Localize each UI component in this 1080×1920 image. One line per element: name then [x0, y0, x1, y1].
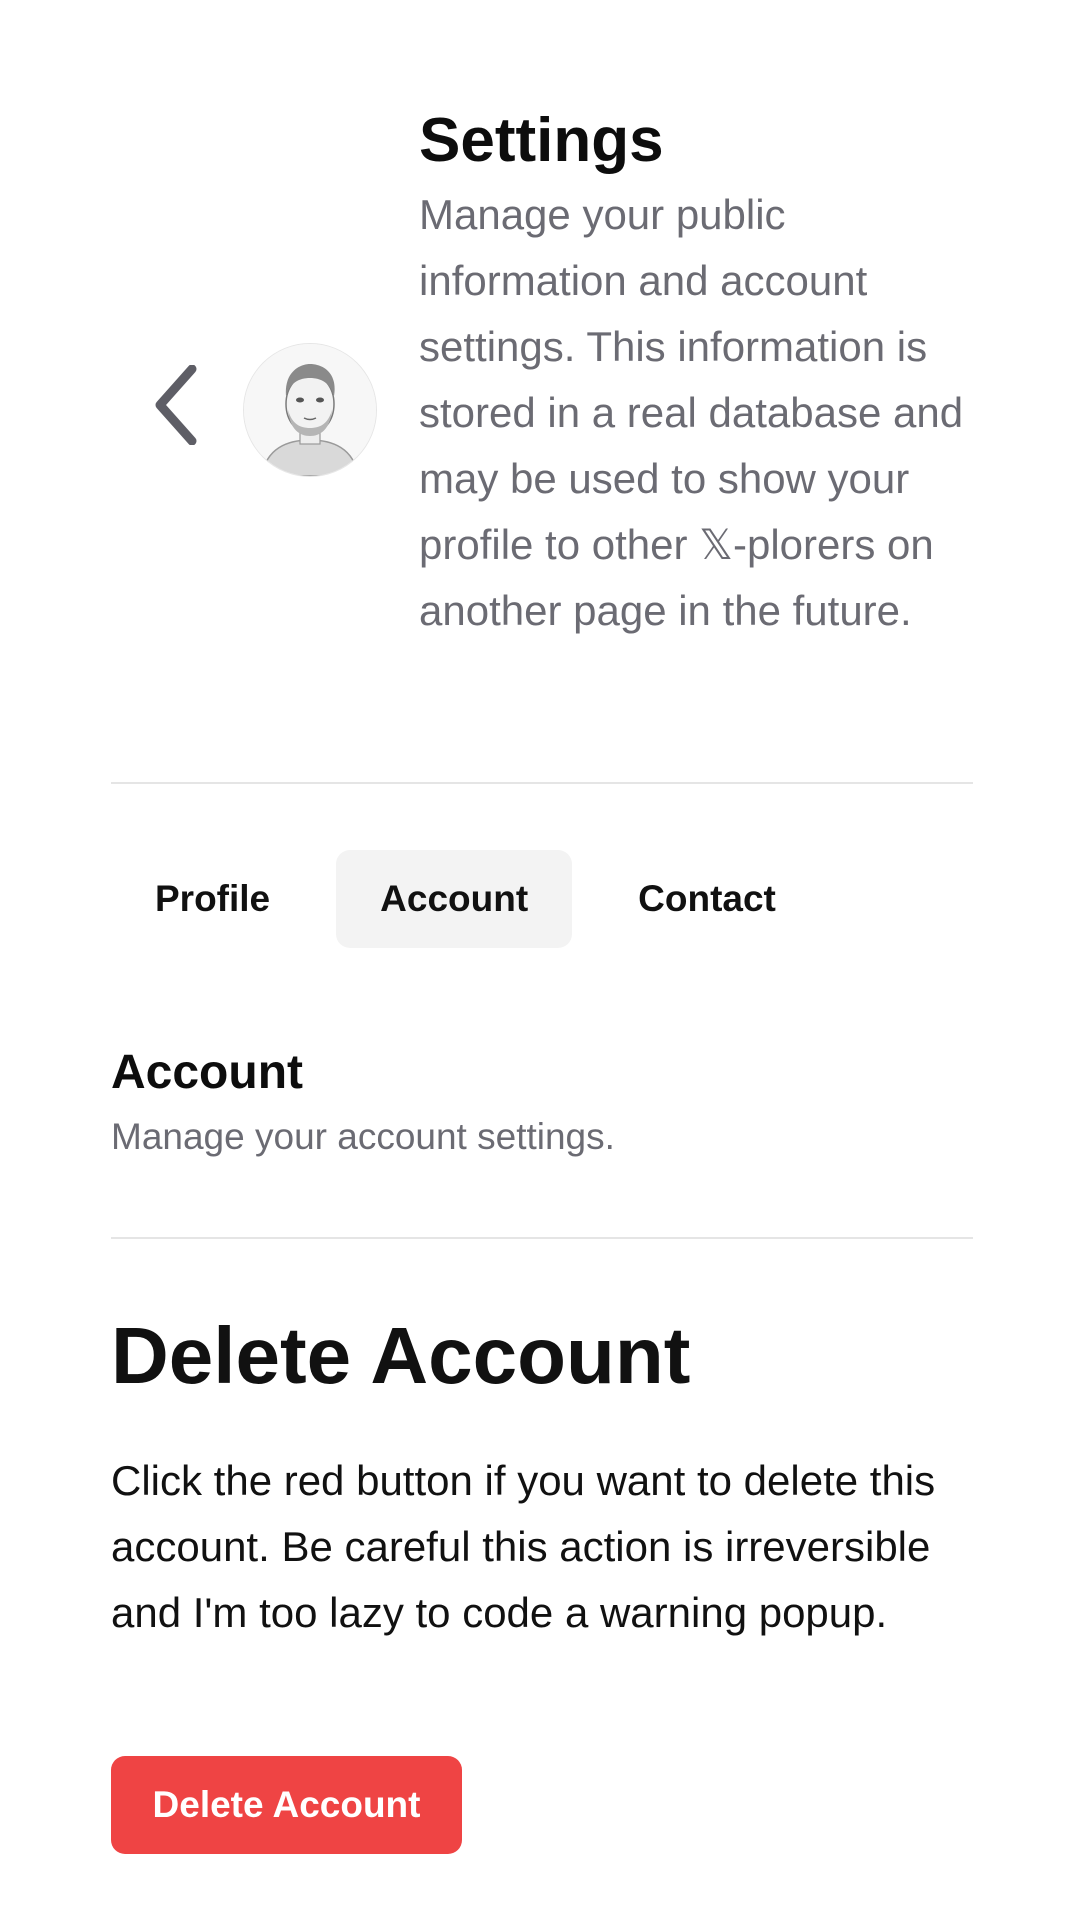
section-description: Manage your account settings.: [111, 1116, 615, 1157]
delete-account-section: Delete Account Click the red button if y…: [111, 1300, 973, 1646]
section-title: Account: [111, 1046, 303, 1099]
settings-header: Settings Manage your public information …: [0, 0, 1080, 782]
settings-tabs: Profile Account Contact: [111, 850, 820, 948]
tab-account[interactable]: Account: [336, 850, 573, 948]
user-avatar-icon: [244, 344, 376, 476]
back-button[interactable]: [140, 360, 210, 450]
chevron-left-icon: [155, 365, 197, 445]
tab-profile[interactable]: Profile: [111, 850, 314, 948]
page-title: Settings: [419, 106, 664, 175]
divider: [111, 1237, 973, 1239]
page-description: Manage your public information and accou…: [419, 191, 964, 634]
delete-account-warning: Click the red button if you want to dele…: [111, 1457, 936, 1636]
delete-account-button[interactable]: Delete Account: [111, 1756, 462, 1854]
tab-contact[interactable]: Contact: [594, 850, 820, 948]
delete-account-heading: Delete Account: [111, 1311, 691, 1400]
account-section-header: Account Manage your account settings.: [111, 1042, 971, 1162]
header-text: Settings Manage your public information …: [419, 100, 979, 644]
avatar[interactable]: [243, 343, 377, 477]
divider: [111, 782, 973, 784]
